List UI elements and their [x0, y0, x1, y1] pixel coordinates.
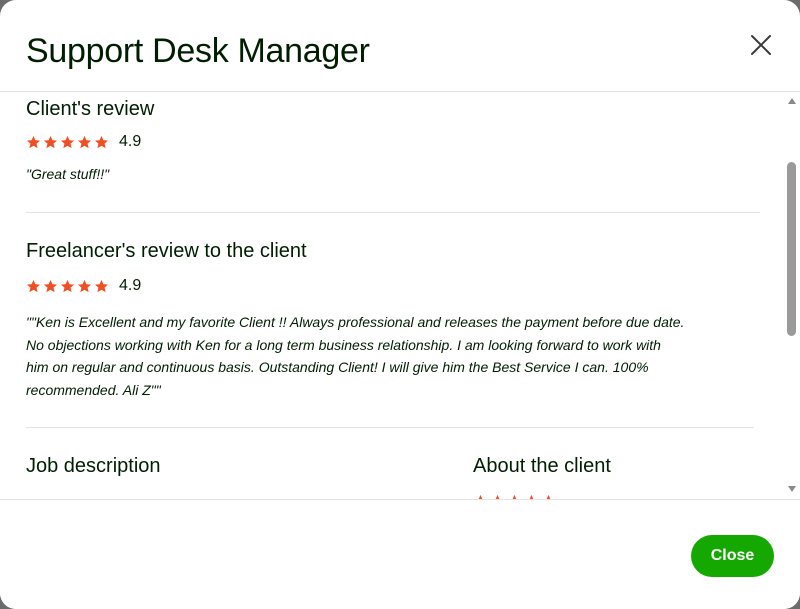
review-line: recommended. Ali Z"" — [26, 381, 161, 398]
review-line: him on regular and continuous basis. Out… — [26, 359, 649, 375]
about-client-heading: About the client — [473, 455, 611, 477]
star-icon — [78, 135, 91, 148]
modal-body[interactable]: Client's review 4.9 "Great stuff!!" Free… — [0, 92, 800, 499]
star-icon — [61, 135, 74, 148]
client-rating-value: 4.9 — [119, 133, 142, 150]
scrollbar-thumb[interactable] — [787, 162, 796, 336]
review-line: No objections working with Ken for a lon… — [26, 336, 661, 353]
close-icon[interactable] — [746, 30, 776, 60]
close-button[interactable]: Close — [691, 535, 774, 577]
modal-title: Support Desk Manager — [26, 32, 370, 70]
modal-header: Support Desk Manager — [0, 0, 800, 92]
star-icon — [95, 135, 108, 148]
section-divider — [26, 212, 760, 213]
star-icon — [61, 279, 74, 292]
freelancer-review-text: ""Ken is Excellent and my favorite Clien… — [26, 311, 766, 401]
about-client-rating — [473, 491, 556, 499]
star-icon — [78, 279, 91, 292]
client-rating-stars — [26, 135, 109, 150]
star-icon — [95, 279, 108, 292]
client-rating: 4.9 — [26, 132, 141, 152]
section-divider — [26, 427, 754, 428]
client-review-text: "Great stuff!!" — [26, 166, 110, 182]
scroll-down-icon[interactable] — [788, 486, 796, 492]
star-icon — [27, 279, 40, 292]
freelancer-rating-stars — [26, 279, 109, 294]
scroll-up-icon[interactable] — [788, 98, 796, 104]
scrollbar[interactable] — [784, 92, 800, 499]
review-line: ""Ken is Excellent and my favorite Clien… — [26, 314, 685, 330]
client-review-heading: Client's review — [26, 98, 155, 120]
review-modal: Support Desk Manager Client's review 4.9… — [0, 0, 800, 609]
modal-footer: Close — [0, 499, 800, 609]
star-icon — [44, 135, 57, 148]
close-icon-glyph — [751, 35, 771, 55]
freelancer-review-heading: Freelancer's review to the client — [26, 240, 307, 262]
job-description-heading: Job description — [26, 455, 161, 477]
star-icon — [44, 279, 57, 292]
freelancer-rating: 4.9 — [26, 276, 141, 296]
freelancer-rating-value: 4.9 — [119, 277, 142, 294]
star-icon — [27, 135, 40, 148]
